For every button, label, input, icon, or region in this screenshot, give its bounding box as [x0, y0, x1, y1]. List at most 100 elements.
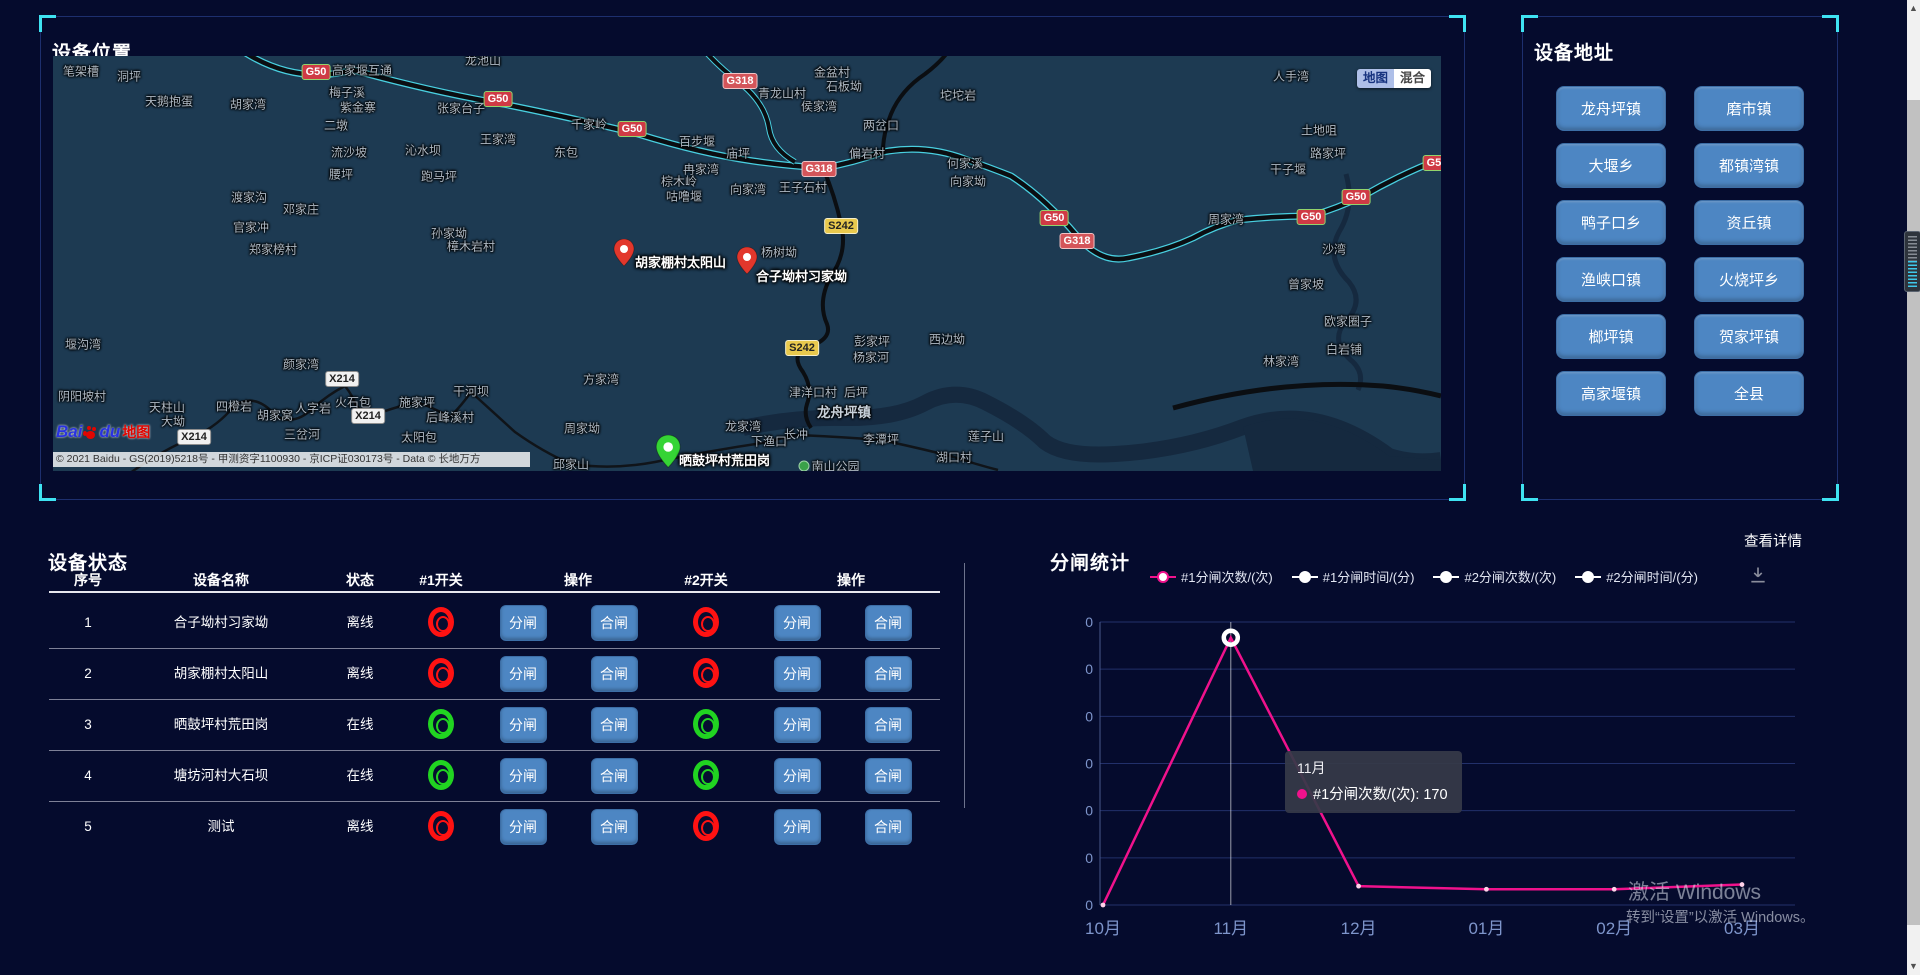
switch2-close-button[interactable]: 合闸 — [865, 809, 912, 845]
map-label: 胡家窝 — [257, 407, 293, 424]
switch1-open-button[interactable]: 分闸 — [500, 605, 547, 641]
park-icon — [798, 461, 809, 472]
map-type-toggle[interactable]: 地图混合 — [1357, 69, 1431, 88]
address-button[interactable]: 火烧坪乡 — [1694, 257, 1804, 302]
baidu-map[interactable]: 笔架槽洞坪天鹅抱蛋胡家湾高家堰互通梅子溪紫金寨二墩流沙坡沁水坝张家台子王家湾腰坪… — [53, 56, 1441, 471]
windows-activation-watermark: 激活 Windows — [1628, 876, 1761, 906]
y-tick-label: 180 — [1085, 614, 1093, 630]
address-button[interactable]: 全县 — [1694, 371, 1804, 416]
map-label: 沁水坝 — [405, 142, 441, 159]
switch1-close-button[interactable]: 合闸 — [591, 605, 638, 641]
scrollbar-down-arrow[interactable]: ▼ — [1907, 960, 1920, 972]
device-pin-label: 合子坳村习家坳 — [756, 266, 847, 285]
address-button[interactable]: 榔坪镇 — [1556, 314, 1666, 359]
map-label: 向家湾 — [730, 181, 766, 198]
save-as-image-icon[interactable] — [1748, 565, 1768, 585]
switch2-open-button[interactable]: 分闸 — [774, 707, 821, 743]
address-button[interactable]: 资丘镇 — [1694, 200, 1804, 245]
address-button[interactable]: 贺家坪镇 — [1694, 314, 1804, 359]
map-label: 向家坳 — [950, 173, 986, 190]
road-badge-g318: G318 — [723, 73, 758, 89]
legend-item[interactable]: #2分闸次数/(次) — [1433, 567, 1556, 586]
switch2-open-button[interactable]: 分闸 — [774, 758, 821, 794]
map-label: 石板坳 — [826, 78, 862, 95]
legend-item[interactable]: #1分闸时间/(分) — [1292, 567, 1415, 586]
switch1-close-button[interactable]: 合闸 — [591, 656, 638, 692]
map-label: 王子石村 — [779, 179, 827, 196]
row-status: 在线 — [318, 750, 402, 801]
switch1-indicator-green — [428, 760, 454, 790]
baidu-paw-icon — [83, 426, 98, 439]
legend-marker-icon — [1575, 571, 1601, 583]
scrollbar-thumb[interactable] — [1907, 100, 1920, 925]
address-button[interactable]: 鸭子口乡 — [1556, 200, 1666, 245]
address-button[interactable]: 都镇湾镇 — [1694, 143, 1804, 188]
switch1-open-button[interactable]: 分闸 — [500, 656, 547, 692]
baidu-logo-bai: Bai — [56, 422, 82, 442]
map-label: 白岩铺 — [1326, 341, 1362, 358]
address-button[interactable]: 高家堰镇 — [1556, 371, 1666, 416]
map-toggle-selected[interactable]: 地图 — [1357, 69, 1394, 88]
map-label: 干子堰 — [1270, 161, 1306, 178]
map-label: 腰坪 — [329, 166, 353, 183]
switch1-open-button[interactable]: 分闸 — [500, 809, 547, 845]
road-badge-s242: S242 — [785, 340, 819, 356]
map-label: 莲子山 — [968, 428, 1004, 445]
switch1-close-button[interactable]: 合闸 — [591, 758, 638, 794]
switch2-close-button[interactable]: 合闸 — [865, 707, 912, 743]
map-label: 何家溪 — [947, 155, 983, 172]
map-label: 土地咀 — [1301, 122, 1337, 139]
switch2-open-button[interactable]: 分闸 — [774, 809, 821, 845]
switch1-close-button[interactable]: 合闸 — [591, 809, 638, 845]
switch1-open-button[interactable]: 分闸 — [500, 758, 547, 794]
device-pin[interactable] — [655, 435, 681, 471]
map-label: 路家坪 — [1310, 145, 1346, 162]
map-label: 沙湾 — [1322, 241, 1346, 258]
row-device-name: 合子坳村习家坳 — [130, 597, 312, 648]
address-button[interactable]: 磨市镇 — [1694, 86, 1804, 131]
switch2-close-button[interactable]: 合闸 — [865, 758, 912, 794]
table-header-3: #1开关 — [404, 570, 478, 590]
y-tick-label: 90 — [1085, 756, 1093, 772]
switch2-open-button[interactable]: 分闸 — [774, 605, 821, 641]
y-tick-label: 0 — [1085, 897, 1093, 913]
map-label: 郑家榜村 — [249, 241, 297, 258]
y-tick-label: 60 — [1085, 803, 1093, 819]
switch2-close-button[interactable]: 合闸 — [865, 656, 912, 692]
map-label: 樟木岩村 — [447, 238, 495, 255]
switch1-open-button[interactable]: 分闸 — [500, 707, 547, 743]
address-button[interactable]: 大堰乡 — [1556, 143, 1666, 188]
map-label: 渡家沟 — [231, 189, 267, 206]
row-seq: 5 — [49, 801, 127, 852]
map-label: 西边坳 — [929, 331, 965, 348]
legend-item[interactable]: #1分闸次数/(次) — [1150, 567, 1273, 586]
row-device-name: 胡家棚村太阳山 — [130, 648, 312, 699]
switch1-close-button[interactable]: 合闸 — [591, 707, 638, 743]
switch2-close-button[interactable]: 合闸 — [865, 605, 912, 641]
map-label: 龙舟坪镇 — [817, 401, 871, 421]
address-button[interactable]: 渔峡口镇 — [1556, 257, 1666, 302]
map-toggle-option[interactable]: 混合 — [1394, 69, 1431, 88]
row-device-name: 测试 — [130, 801, 312, 852]
map-label: 太阳包 — [401, 429, 437, 446]
road-badge-x214: X214 — [177, 429, 211, 445]
table-header-underline — [49, 591, 940, 593]
row-status: 离线 — [318, 801, 402, 852]
map-label: 笔架槽 — [63, 63, 99, 80]
row-status: 在线 — [318, 699, 402, 750]
scroll-indicator-widget[interactable] — [1904, 231, 1920, 292]
road-badge-g50: G50 — [1040, 210, 1069, 226]
switch1-indicator-red — [428, 811, 454, 841]
legend-item[interactable]: #2分闸时间/(分) — [1575, 567, 1698, 586]
address-button[interactable]: 龙舟坪镇 — [1556, 86, 1666, 131]
map-label: 周家坳 — [564, 420, 600, 437]
map-label: 林家湾 — [1263, 353, 1299, 370]
device-pin[interactable] — [613, 239, 635, 272]
view-details-link[interactable]: 查看详情 — [1744, 530, 1802, 551]
device-pin[interactable] — [736, 247, 758, 280]
switch2-open-button[interactable]: 分闸 — [774, 656, 821, 692]
map-label: 青龙山村 — [758, 85, 806, 102]
chart-legend: #1分闸次数/(次) #1分闸时间/(分) #2分闸次数/(次) #2分闸时间/(分) — [1150, 567, 1698, 586]
scrollbar-up-arrow[interactable]: ▲ — [1907, 2, 1920, 14]
switch2-indicator-red — [693, 607, 719, 637]
